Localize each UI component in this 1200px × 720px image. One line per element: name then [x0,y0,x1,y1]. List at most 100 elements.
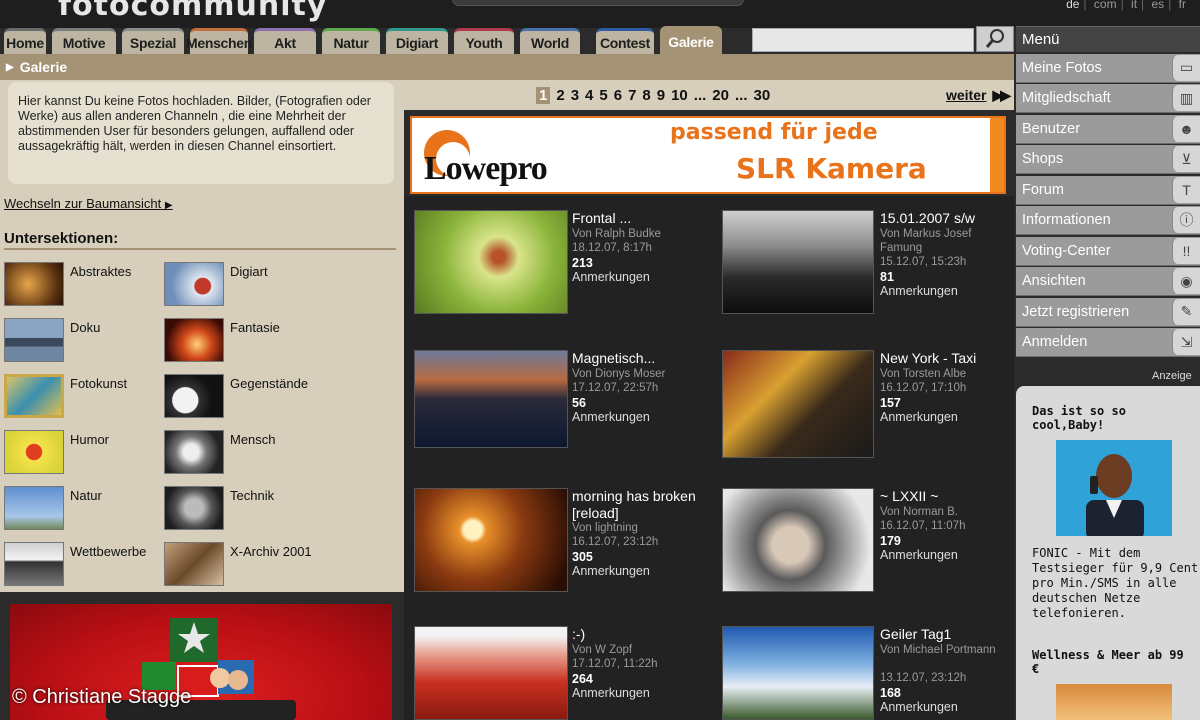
tab-akt[interactable]: Akt [254,28,316,54]
comment-count: 264 [572,672,593,686]
photo-title[interactable]: ~ LXXII ~ [880,488,1016,505]
photo-comments: 264 Anmerkungen [572,672,650,700]
tab-natur[interactable]: Natur [322,28,380,54]
switch-tree-view-link[interactable]: Wechseln zur Baumansicht ▶ [4,196,173,211]
eye-icon: ◉ [1172,268,1200,294]
ad-photo-2 [1056,684,1172,720]
menu-item-voting-center[interactable]: Voting-Center!! [1016,236,1200,266]
subsection-digiart[interactable]: Digiart [164,262,268,306]
menu-item-label: Meine Fotos [1022,59,1102,76]
page-link-1[interactable]: 1 [536,87,551,104]
ad-body: FONIC - Mit dem Testsieger für 9,9 Cent … [1032,546,1199,620]
subsection-natur[interactable]: Natur [4,486,102,530]
channel-tabs: Home Motive Spezial Menschen Akt Natur D… [0,26,730,54]
photo-author[interactable]: Von Ralph Budke [572,228,712,242]
tab-digiart[interactable]: Digiart [386,28,448,54]
page-link-20[interactable]: 20 [712,87,729,104]
photo-title[interactable]: morning has broken [reload] [572,488,696,522]
page-link-8[interactable]: 8 [642,87,650,104]
top-header: fotocommunity de | com | it | es | fr [0,0,1200,28]
page-link-7[interactable]: 7 [628,87,636,104]
subsection-label: X-Archiv 2001 [230,544,312,559]
lang-it[interactable]: it [1131,0,1137,11]
subsection-x-archiv-2001[interactable]: X-Archiv 2001 [164,542,312,586]
tab-world[interactable]: World [520,28,580,54]
page-link-6[interactable]: 6 [614,87,622,104]
subsection-gegenstaende[interactable]: Gegenstände [164,374,308,418]
page-link-3[interactable]: 3 [571,87,579,104]
subsection-label: Gegenstände [230,376,309,391]
page-link-4[interactable]: 4 [585,87,593,104]
subsection-fantasie[interactable]: Fantasie [164,318,280,362]
photo-author[interactable]: Von Michael Portmann [880,644,1000,658]
subsections-heading: Untersektionen: [4,230,119,247]
search-button[interactable] [976,26,1014,52]
photo-title[interactable]: Geiler Tag1 [880,626,1016,643]
subsection-mensch[interactable]: Mensch [164,430,276,474]
photo-author[interactable]: Von lightning [572,522,712,536]
breadcrumb: ▶ Galerie [0,54,1014,80]
photo-grid: Frontal ... Von Ralph Budke 18.12.07, 8:… [404,196,1014,720]
photo-author[interactable]: Von Dionys Moser [572,368,712,382]
site-logo[interactable]: fotocommunity [58,0,327,23]
tab-motive[interactable]: Motive [52,28,116,54]
tab-youth[interactable]: Youth [454,28,514,54]
subsection-thumbnail [4,262,64,306]
subsection-label: Abstraktes [70,264,132,279]
tab-contest[interactable]: Contest [596,28,654,54]
search-input[interactable] [752,28,974,52]
tab-menschen[interactable]: Menschen [186,28,252,54]
lang-com[interactable]: com [1094,0,1117,11]
subsection-abstraktes[interactable]: Abstraktes [4,262,131,306]
subsection-thumbnail [164,430,224,474]
page-link-5[interactable]: 5 [599,87,607,104]
menu-item-anmelden[interactable]: Anmelden ⇲ [1016,328,1200,357]
photo-author[interactable]: Von W Zopf [572,644,712,658]
fonic-ad[interactable]: Das ist so so cool,Baby! FONIC - Mit dem… [1016,386,1200,720]
subsection-thumbnail [4,486,64,530]
tab-spezial[interactable]: Spezial [122,28,184,54]
tab-galerie[interactable]: Galerie [660,26,722,54]
page-link-2[interactable]: 2 [556,87,564,104]
photo-title[interactable]: Frontal ... [572,210,712,227]
comment-label: Anmerkungen [572,410,650,424]
photo-title[interactable]: Magnetisch... [572,350,712,367]
subsection-humor[interactable]: Humor [4,430,109,474]
cart-icon: ⊻ [1172,146,1200,172]
tab-home[interactable]: Home [4,28,46,54]
menu-item-ansichten[interactable]: Ansichten ◉ [1016,267,1200,296]
menu-item-mitgliedschaft[interactable]: Mitgliedschaft ▥ [1016,84,1200,113]
subsection-fotokunst[interactable]: Fotokunst [4,374,127,418]
menu-item-meine-fotos[interactable]: Meine Fotos ▭ [1016,53,1200,83]
ad-photo [1056,440,1172,536]
menu-item-benutzer[interactable]: Benutzer ☻ [1016,114,1200,144]
menu-title: Menü [1016,26,1200,52]
comment-count: 168 [880,686,901,700]
menu-item-informationen[interactable]: Informationen ⓘ [1016,206,1200,235]
page-link-30[interactable]: 30 [754,87,771,104]
subsection-technik[interactable]: Technik [164,486,274,530]
photo-author[interactable]: Von Markus Josef Famung [880,228,1000,255]
menu-item-shops[interactable]: Shops ⊻ [1016,145,1200,174]
lang-de[interactable]: de [1066,0,1079,11]
ad-label: Anzeige [1152,370,1192,382]
photo-thumbnail [722,210,874,314]
menu-item-forum[interactable]: Forum T [1016,175,1200,205]
next-page-link[interactable]: weiter ▶▶ [946,87,1011,104]
menu-item-jetzt-registrieren[interactable]: Jetzt registrieren ✎ [1016,297,1200,327]
lowepro-banner-ad[interactable]: Lowepro passend für jede SLR Kamera [410,116,1006,194]
lang-es[interactable]: es [1152,0,1165,11]
photo-comments: 168 Anmerkungen [880,686,958,714]
subsection-wettbewerbe[interactable]: Wettbewerbe [4,542,146,586]
photo-title[interactable]: 15.01.2007 s/w [880,210,1016,227]
page-link-9[interactable]: 9 [657,87,665,104]
page-link-10[interactable]: 10 [671,87,688,104]
photo-author[interactable]: Von Norman B. [880,506,1016,520]
lang-fr[interactable]: fr [1179,0,1186,11]
ad-headline: Das ist so so cool,Baby! [1032,404,1126,432]
photo-title[interactable]: :-) [572,626,712,643]
subsection-doku[interactable]: Doku [4,318,100,362]
photo-author[interactable]: Von Torsten Albe [880,368,1016,382]
photo-title[interactable]: New York - Taxi [880,350,1016,367]
ad-person-graphic [1086,454,1144,536]
